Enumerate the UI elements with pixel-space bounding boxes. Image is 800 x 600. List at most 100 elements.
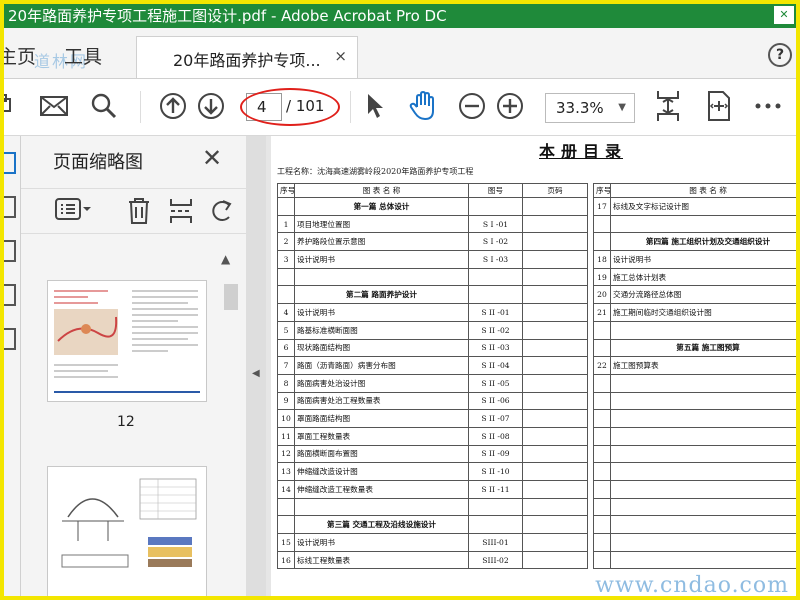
cell-name: 施工图预算表 — [610, 356, 796, 375]
table-row: 第三篇 交通工程及沿线设施设计 — [277, 515, 588, 535]
cell-seq: 4 — [277, 303, 295, 322]
cell-pages — [522, 426, 588, 446]
panel-title: 页面缩略图 — [53, 152, 143, 173]
printer-icon[interactable] — [4, 91, 14, 121]
cell-code: S II -08 — [468, 426, 523, 446]
cell-code — [468, 267, 523, 287]
extract-pages-icon[interactable] — [169, 197, 193, 229]
collapse-arrow-icon[interactable]: ◀ — [252, 368, 260, 379]
page-navigator: 4 / 101 — [246, 93, 332, 121]
table-row: 11 罩面工程数量表 S II -08 — [277, 426, 588, 446]
cell-name: 施工期间临时交通组织设计图 — [610, 303, 796, 322]
cell-name: 罩面路面结构图 — [294, 409, 469, 428]
tab-document[interactable]: 20年路面养护专项... × — [136, 36, 358, 78]
rotate-icon[interactable] — [209, 197, 233, 227]
search-icon[interactable] — [89, 91, 119, 121]
page-down-icon[interactable] — [196, 91, 226, 121]
table-row — [593, 515, 796, 535]
cell-name — [610, 550, 796, 570]
cell-pages — [522, 285, 588, 305]
page-number-input[interactable]: 4 — [246, 93, 282, 121]
table-row — [593, 480, 796, 499]
fullscreen-icon[interactable] — [704, 91, 732, 121]
scrollbar-thumb[interactable] — [224, 284, 238, 310]
table-row: 20 交通分流路径总体图 — [593, 285, 796, 305]
table-row: 15 设计说明书 SIII-01 — [277, 533, 588, 552]
zoom-in-icon[interactable] — [495, 91, 525, 121]
cell-seq: 17 — [593, 197, 611, 216]
table-row — [593, 462, 796, 481]
table-row: 第二篇 路面养护设计 — [277, 285, 588, 305]
cell-name: 项目地理位置图 — [294, 214, 469, 234]
cell-code — [468, 197, 523, 216]
more-options-icon[interactable] — [754, 91, 782, 121]
cell-seq: 20 — [593, 285, 611, 305]
main-toolbar: 4 / 101 33.3% ▼ — [4, 79, 796, 136]
panel-collapse-bar[interactable]: ◀ — [246, 136, 266, 596]
cell-code: SIII-01 — [468, 533, 523, 552]
thumbnail-page[interactable] — [47, 466, 207, 596]
cell-name — [610, 444, 796, 464]
attachment-icon[interactable] — [4, 240, 16, 262]
page-thumbnails-icon[interactable] — [4, 152, 16, 174]
cell-code: S II -04 — [468, 356, 523, 375]
table-row — [593, 533, 796, 552]
trash-icon[interactable] — [127, 197, 151, 229]
cell-seq: 21 — [593, 303, 611, 322]
zoom-out-icon[interactable] — [457, 91, 487, 121]
close-icon[interactable]: ✕ — [202, 144, 222, 172]
zoom-select[interactable]: 33.3% ▼ — [545, 93, 635, 123]
cell-pages — [522, 320, 588, 340]
cell-seq — [277, 285, 295, 305]
thumbnail-page[interactable] — [47, 280, 207, 402]
cell-name: 施工总体计划表 — [610, 267, 796, 287]
cell-name — [610, 214, 796, 234]
table-row — [277, 267, 588, 287]
cell-seq — [593, 444, 611, 464]
cell-name: 第五篇 施工图预算 — [610, 338, 796, 358]
cell-seq: 22 — [593, 356, 611, 375]
cell-code — [468, 515, 523, 535]
cell-seq — [593, 320, 611, 340]
cell-name: 第二篇 路面养护设计 — [294, 285, 469, 305]
cell-seq: 8 — [277, 373, 295, 393]
cell-code: S II -09 — [468, 444, 523, 464]
select-cursor-icon[interactable] — [362, 91, 388, 121]
layers-icon[interactable] — [4, 284, 16, 306]
window-close-button[interactable]: ✕ — [774, 6, 794, 24]
fit-page-icon[interactable] — [654, 91, 682, 121]
cell-name — [610, 320, 796, 340]
heading-underline — [539, 158, 623, 159]
cell-seq — [593, 497, 611, 517]
cell-seq — [277, 197, 295, 216]
clipboard-icon[interactable] — [4, 328, 16, 350]
cell-name: 设计说明书 — [294, 250, 469, 269]
cell-pages — [522, 338, 588, 358]
scroll-up-icon[interactable]: ▲ — [221, 252, 230, 266]
cell-code: S I -03 — [468, 250, 523, 269]
page-up-icon[interactable] — [158, 91, 188, 121]
hand-tool-icon[interactable] — [408, 91, 440, 121]
thumbnail-options-icon[interactable] — [55, 197, 91, 225]
cell-seq: 11 — [277, 426, 295, 446]
tab-home[interactable]: 主页 — [4, 42, 36, 69]
mail-icon[interactable] — [39, 91, 69, 121]
cell-name: 养护路段位置示意图 — [294, 232, 469, 252]
cell-name: 罩面工程数量表 — [294, 426, 469, 446]
table-row: 1 项目地理位置图 S I -01 — [277, 214, 588, 234]
table-row: 10 罩面路面结构图 S II -07 — [277, 409, 588, 428]
cell-pages — [522, 214, 588, 234]
cell-pages — [522, 232, 588, 252]
cell-name: 路面病害处治工程数量表 — [294, 391, 469, 411]
cell-seq — [593, 462, 611, 481]
table-body-right: 17 标线及文字标记设计图 第四篇 施工组织计划及交通组织设计 18 设计说明书 19 施工… — [593, 197, 796, 570]
left-rail — [4, 136, 21, 596]
cell-seq: 18 — [593, 250, 611, 269]
tab-tools[interactable]: 工具 — [64, 42, 102, 69]
cell-name — [610, 462, 796, 481]
bookmark-icon[interactable] — [4, 196, 16, 218]
help-icon[interactable]: ? — [768, 43, 792, 67]
close-icon[interactable]: × — [334, 47, 347, 65]
cell-name: 路面横断面布置图 — [294, 444, 469, 464]
chevron-down-icon: ▼ — [618, 102, 626, 113]
